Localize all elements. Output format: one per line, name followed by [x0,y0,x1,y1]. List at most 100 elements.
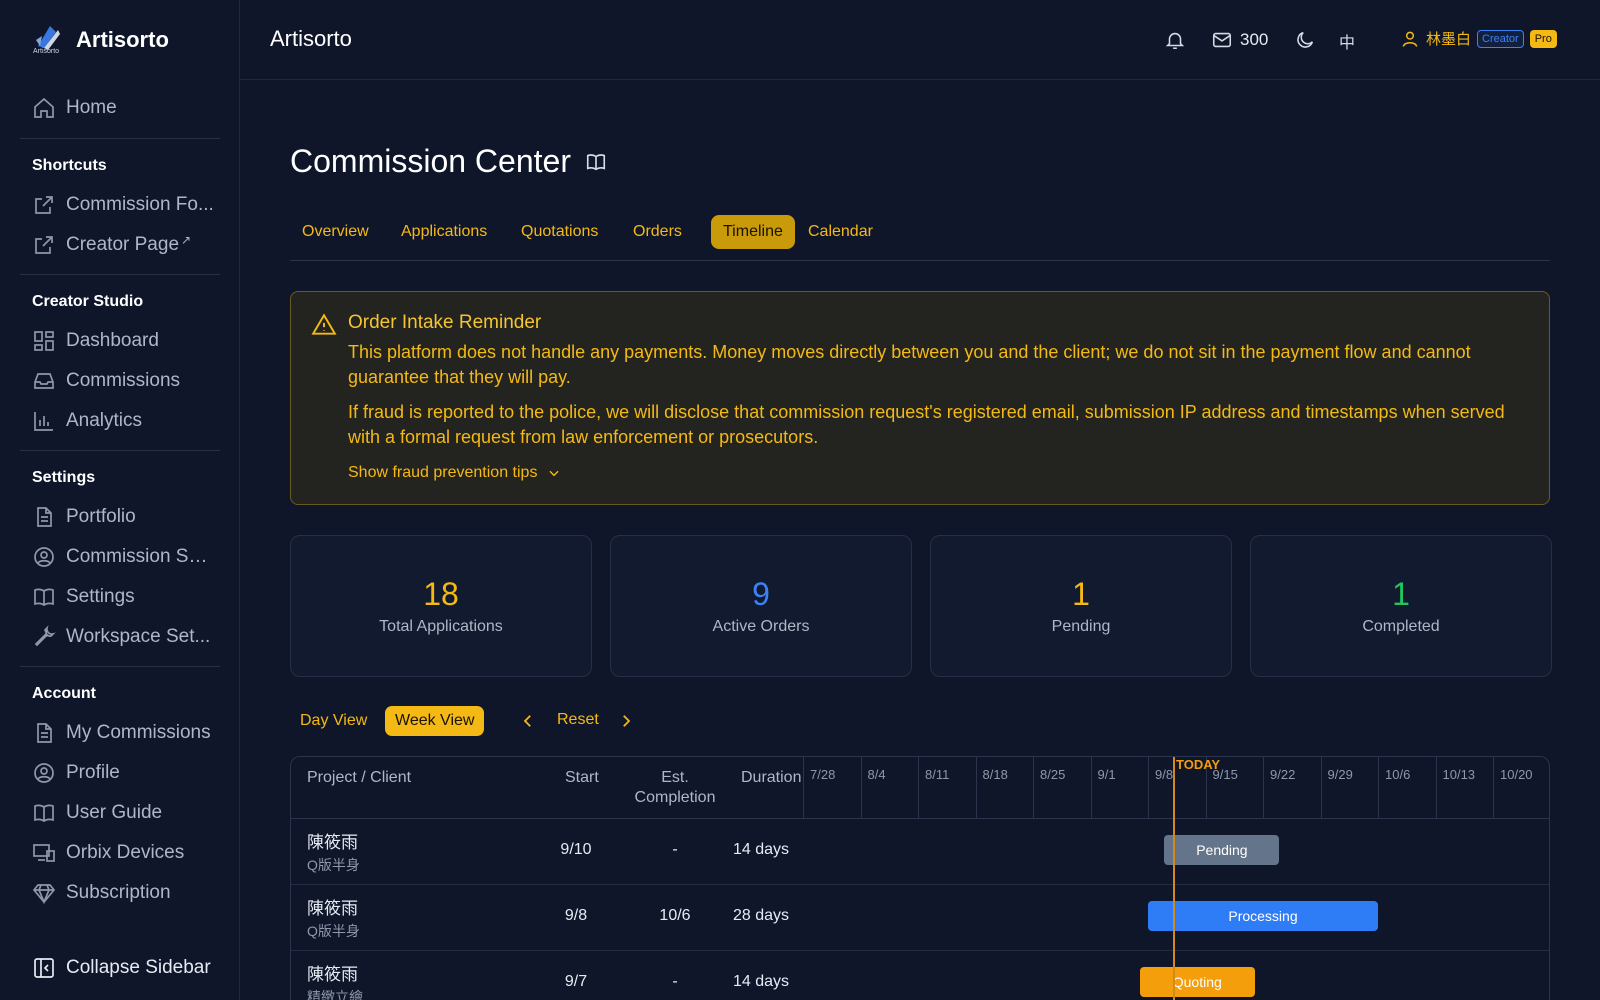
sidebar-item-creator-page[interactable]: Creator Page ↗ [20,227,220,263]
document-icon [37,507,52,527]
week-view-button[interactable]: Week View [385,706,485,736]
week-tick-label: 8/25 [1040,767,1066,782]
sidebar-item-my-commissions[interactable]: My Commissions [20,715,220,751]
row-est-completion: - [672,841,678,858]
stat-card-pending: 1 Pending [930,535,1232,677]
sidebar: Artisorto Artisorto Home Shortcuts Commi… [0,0,240,1000]
language-toggle[interactable]: 中 [1339,29,1355,53]
row-client-name: 陳筱雨 [307,899,358,918]
reset-button[interactable]: Reset [557,711,599,729]
week-tick: 9/29 [1320,757,1353,819]
row-client-name: 陳筱雨 [307,833,358,852]
tab-calendar[interactable]: Calendar [796,215,885,249]
sidebar-item-label: Commissions [66,370,181,391]
timeline-bar-pending[interactable]: Pending [1164,835,1280,865]
sidebar-item-dashboard[interactable]: Dashboard [20,323,220,359]
tab-timeline[interactable]: Timeline [711,215,795,249]
external-mark-icon: ↗ [181,233,192,247]
sidebar-item-workspace-settings[interactable]: Workspace Set... [20,619,220,655]
sidebar-item-portfolio[interactable]: Portfolio [20,499,220,535]
sidebar-section-creator-studio: Creator Studio [32,293,144,310]
timeline-bar-quoting[interactable]: Quoting [1139,967,1255,997]
mail-icon[interactable] [1211,29,1233,51]
week-tick: 10/6 [1378,757,1410,819]
page-title: Commission Center [290,143,607,180]
sidebar-divider [20,450,220,451]
day-view-button[interactable]: Day View [290,706,377,736]
chevron-down-icon [549,470,560,477]
sidebar-item-commission-settings[interactable]: Commission Se... [20,539,220,575]
sidebar-item-label: Orbix Devices [66,842,185,863]
document-icon [37,723,52,743]
book-icon[interactable] [585,151,607,173]
sidebar-item-label: Portfolio [66,506,136,527]
week-tick: 8/11 [918,757,949,819]
sidebar-item-label: Commission Fo... [66,194,214,215]
chevron-left-icon[interactable] [519,712,537,730]
row-duration: 14 days [732,973,790,990]
brand[interactable]: Artisorto Artisorto [30,22,169,58]
sidebar-item-analytics[interactable]: Analytics [20,403,220,439]
tab-quotations[interactable]: Quotations [509,215,610,249]
row-start-date: 9/10 [560,841,592,858]
sidebar-item-label: Settings [66,586,135,607]
week-tick: 7/28 [803,757,835,819]
stat-card-completed: 1 Completed [1250,535,1552,677]
row-client-name: 陳筱雨 [307,965,358,984]
timeline-bar-processing[interactable]: Processing [1148,901,1378,931]
tab-applications[interactable]: Applications [389,215,499,249]
chevron-right-icon[interactable] [617,712,635,730]
tab-bar: Overview Applications Quotations Orders … [290,215,1550,261]
book-icon [34,588,54,607]
bell-icon[interactable] [1164,29,1186,51]
stat-label: Total Applications [379,618,503,635]
book-icon [34,804,54,823]
sidebar-item-settings[interactable]: Settings [20,579,220,615]
sidebar-item-profile[interactable]: Profile [20,755,220,791]
stat-value: 18 [423,576,459,612]
week-tick: 10/13 [1435,757,1475,819]
user-menu[interactable]: 林墨白 Creator Pro [1400,28,1557,49]
sidebar-item-label: Collapse Sidebar [66,957,211,978]
week-tick-label: 9/1 [1097,767,1116,782]
tab-orders[interactable]: Orders [621,215,694,249]
row-start-date: 9/7 [564,973,588,990]
topbar-title: Artisorto [270,26,352,51]
stat-value: 1 [1072,576,1090,612]
sidebar-divider [20,274,220,275]
tab-overview[interactable]: Overview [290,215,381,249]
gantt-timeline: Project / Client Start Est. Completion D… [290,756,1550,1000]
week-tick-label: 8/11 [925,767,950,782]
row-duration: 28 days [732,907,790,924]
week-tick-label: 8/4 [867,767,886,782]
sidebar-item-user-guide[interactable]: User Guide [20,795,220,831]
week-tick: 9/1 [1090,757,1116,819]
table-row[interactable]: 陳筱雨 精緻立繪 9/7 - 14 days Quoting [291,951,1549,1000]
table-row[interactable]: 陳筱雨 Q版半身 9/10 - 14 days Pending [291,819,1549,885]
row-project-name: Q版半身 [307,923,360,939]
sidebar-item-home[interactable]: Home [20,90,220,126]
sidebar-item-label: Workspace Set... [66,626,211,647]
home-icon [34,97,54,118]
inbox-icon [34,373,54,389]
week-tick-label: 8/18 [982,767,1008,782]
devices-icon [33,844,55,862]
week-tick-label: 9/8 [1155,767,1174,782]
sidebar-item-orbix-devices[interactable]: Orbix Devices [20,835,220,871]
order-intake-notice: Order Intake Reminder This platform does… [290,291,1550,505]
table-row[interactable]: 陳筱雨 Q版半身 9/8 10/6 28 days Processing [291,885,1549,951]
wrench-icon [34,625,56,647]
week-tick: 8/25 [1033,757,1065,819]
fraud-tips-toggle[interactable]: Show fraud prevention tips [348,464,561,482]
sidebar-item-commission-form[interactable]: Commission Fo... [20,187,220,223]
sidebar-item-subscription[interactable]: Subscription [20,875,220,911]
week-tick: 9/8 [1148,757,1173,819]
collapse-sidebar-button[interactable]: Collapse Sidebar [20,950,220,986]
sidebar-item-commissions[interactable]: Commissions [20,363,220,399]
moon-icon[interactable] [1294,29,1316,51]
pro-badge: Pro [1529,29,1557,48]
brand-logo-icon: Artisorto [30,22,66,58]
user-icon [1402,31,1418,47]
row-project-name: Q版半身 [307,857,360,873]
week-tick: 10/20 [1493,757,1533,819]
